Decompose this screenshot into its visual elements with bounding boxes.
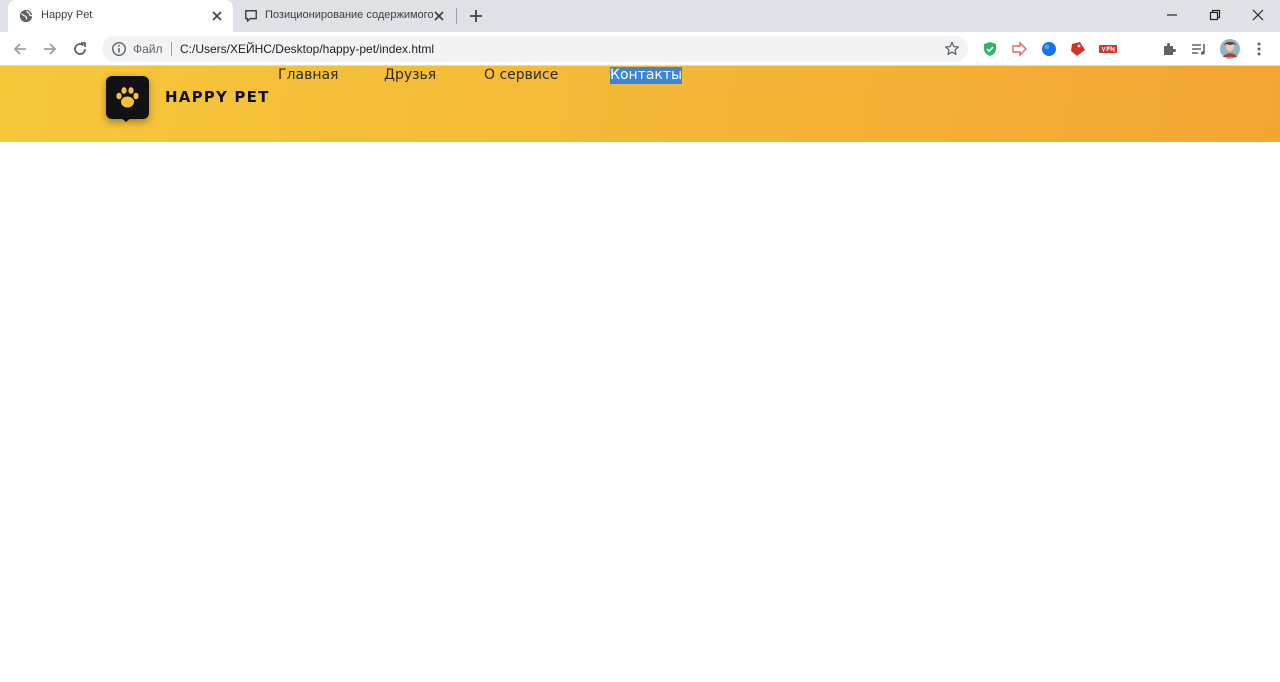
tab-strip: Happy Pet Позиционирование содержимого <box>0 0 1280 32</box>
bookmark-star-icon[interactable] <box>944 41 960 57</box>
tab-divider <box>456 8 457 24</box>
puzzle-extensions-icon[interactable] <box>1160 40 1178 58</box>
logo[interactable] <box>106 76 149 122</box>
address-bar[interactable]: Файл C:/Users/ХЕЙНС/Desktop/happy-pet/in… <box>102 36 968 62</box>
new-tab-button[interactable] <box>466 6 486 26</box>
paw-icon <box>116 87 139 108</box>
close-tab-icon[interactable] <box>209 8 225 24</box>
close-tab-icon[interactable] <box>431 8 447 24</box>
red-tag-extension-icon[interactable] <box>1069 40 1087 58</box>
minimize-icon <box>1167 14 1177 16</box>
info-icon[interactable] <box>111 41 127 57</box>
shield-extension-icon[interactable] <box>981 40 999 58</box>
nav-link-friends[interactable]: Друзья <box>384 67 436 84</box>
arrow-extension-icon[interactable] <box>1010 40 1028 58</box>
scheme-label: Файл <box>133 42 163 56</box>
nav-link-contacts[interactable]: Контакты <box>610 67 683 84</box>
site-header: HAPPY PET Главная Друзья О сервисе Конта… <box>0 66 1280 142</box>
nav-link-about[interactable]: О сервисе <box>484 67 558 84</box>
plus-icon <box>470 10 482 22</box>
reload-icon <box>74 42 86 55</box>
restore-icon <box>1209 9 1221 21</box>
nav-link-home[interactable]: Главная <box>278 67 338 84</box>
arrow-right-icon <box>44 43 57 55</box>
globe-icon <box>19 9 33 23</box>
browser-toolbar: Файл C:/Users/ХЕЙНС/Desktop/happy-pet/in… <box>0 32 1280 66</box>
restore-button[interactable] <box>1194 0 1236 30</box>
reading-list-icon[interactable] <box>1190 40 1208 58</box>
close-icon <box>1252 9 1264 21</box>
tab-happy-pet[interactable]: Happy Pet <box>8 0 233 32</box>
address-divider <box>171 42 172 56</box>
menu-kebab-icon[interactable] <box>1250 40 1268 58</box>
brand-name[interactable]: HAPPY PET <box>165 88 270 106</box>
vpn-extension-icon[interactable] <box>1099 40 1117 58</box>
url-text[interactable]: C:/Users/ХЕЙНС/Desktop/happy-pet/index.h… <box>180 42 434 56</box>
profile-avatar[interactable] <box>1219 38 1241 60</box>
tab-positioning[interactable]: Позиционирование содержимого <box>235 0 455 32</box>
globe-extension-icon[interactable] <box>1040 40 1058 58</box>
reload-button[interactable] <box>68 37 92 61</box>
chat-bubble-icon <box>245 10 257 22</box>
minimize-button[interactable] <box>1151 0 1193 30</box>
tab-title: Позиционирование содержимого <box>265 9 433 21</box>
tab-title: Happy Pet <box>41 9 93 21</box>
arrow-left-icon <box>13 43 26 55</box>
back-button[interactable] <box>8 37 32 61</box>
forward-button[interactable] <box>38 37 62 61</box>
logo-pointer <box>119 116 133 122</box>
page-body <box>0 142 1280 682</box>
close-window-button[interactable] <box>1237 0 1279 30</box>
